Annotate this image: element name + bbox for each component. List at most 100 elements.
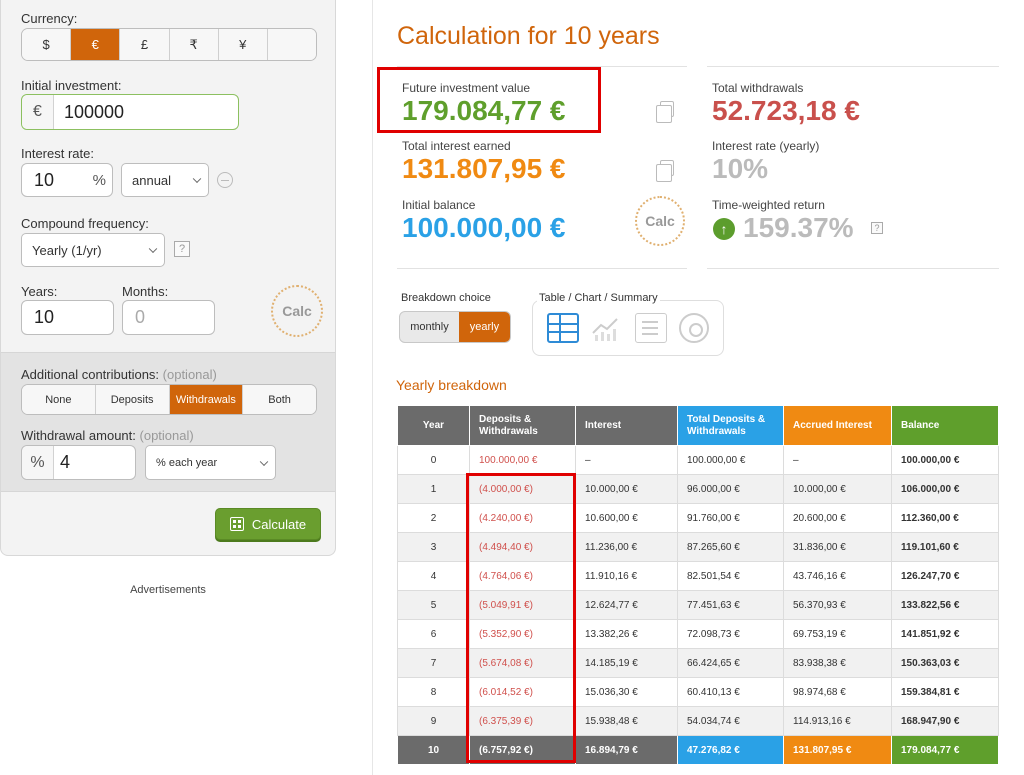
cell-year: 6 <box>397 619 470 649</box>
compound-frequency-select[interactable]: Yearly (1/yr) <box>21 233 165 267</box>
currency-eur-button[interactable]: € <box>71 29 121 60</box>
cell-balance: 100.000,00 € <box>891 445 999 475</box>
cell-accrued-interest: 114.913,16 € <box>783 706 892 736</box>
calc-site-logo: Calc <box>271 285 323 337</box>
calculate-label: Calculate <box>251 516 307 532</box>
withdrawal-amount-input[interactable]: % 4 <box>21 445 136 480</box>
remove-rate-icon[interactable] <box>217 172 233 188</box>
cell-year: 5 <box>397 590 470 620</box>
yearly-option[interactable]: yearly <box>458 312 510 342</box>
table-header-row: Year Deposits & Withdrawals Interest Tot… <box>397 405 999 446</box>
results-title: Calculation for 10 years <box>397 22 660 50</box>
interest-rate-input[interactable]: 10 % <box>21 163 113 197</box>
copy-icon[interactable] <box>656 160 674 182</box>
initial-balance-value: 100.000,00 € <box>402 212 566 243</box>
cell-total-deposits-withdrawals: 47.276,82 € <box>677 735 784 765</box>
cell-year: 3 <box>397 532 470 562</box>
copy-icon[interactable] <box>656 101 674 123</box>
months-placeholder: 0 <box>135 307 146 327</box>
calculator-icon <box>229 517 244 531</box>
cell-interest: 15.938,48 € <box>575 706 678 736</box>
contrib-both-button[interactable]: Both <box>243 385 316 414</box>
contrib-deposits-button[interactable]: Deposits <box>95 385 170 414</box>
currency-jpy-button[interactable]: ¥ <box>218 29 268 60</box>
cell-interest: 16.894,79 € <box>575 735 678 765</box>
contribution-type-selector: None Deposits Withdrawals Both <box>21 384 317 415</box>
header-balance: Balance <box>891 405 999 446</box>
cell-year: 4 <box>397 561 470 591</box>
cell-balance: 168.947,90 € <box>891 706 999 736</box>
calculate-button[interactable]: Calculate <box>215 508 321 540</box>
cell-balance: 133.822,56 € <box>891 590 999 620</box>
initial-investment-input[interactable]: € 100000 <box>21 94 239 130</box>
contrib-none-button[interactable]: None <box>22 385 96 414</box>
currency-selector: $ € £ ₹ ¥ <box>21 28 317 61</box>
interest-rate-yearly-value: 10% <box>712 153 769 184</box>
list-view-icon[interactable] <box>635 313 667 343</box>
chart-view-icon[interactable] <box>591 313 623 343</box>
help-icon[interactable]: ? <box>174 241 190 257</box>
total-interest-value: 131.807,95 € <box>402 153 566 184</box>
cell-accrued-interest: 56.370,93 € <box>783 590 892 620</box>
withdrawal-period-value: % each year <box>156 456 218 469</box>
cell-total-deposits-withdrawals: 91.760,00 € <box>677 503 784 533</box>
header-total-deposits-withdrawals: Total Deposits & Withdrawals <box>677 405 784 446</box>
currency-usd-button[interactable]: $ <box>22 29 72 60</box>
cell-accrued-interest: 98.974,68 € <box>783 677 892 707</box>
cell-year: 2 <box>397 503 470 533</box>
view-selector <box>532 300 724 356</box>
total-withdrawals-value: 52.723,18 € <box>712 95 860 126</box>
cell-accrued-interest: 69.753,19 € <box>783 619 892 649</box>
withdrawal-amount-value: 4 <box>60 452 71 472</box>
cell-balance: 141.851,92 € <box>891 619 999 649</box>
chevron-down-icon <box>192 174 202 184</box>
advertisements-label: Advertisements <box>130 584 206 596</box>
cell-balance: 150.363,03 € <box>891 648 999 678</box>
header-accrued-interest: Accrued Interest <box>783 405 892 446</box>
summary-view-icon[interactable] <box>679 313 709 343</box>
breakdown-choice-label: Breakdown choice <box>401 292 491 304</box>
cell-interest: 13.382,26 € <box>575 619 678 649</box>
breakdown-toggle: monthly yearly <box>399 311 511 343</box>
cell-total-deposits-withdrawals: 54.034,74 € <box>677 706 784 736</box>
rate-period-select[interactable]: annual <box>121 163 209 197</box>
cell-year: 1 <box>397 474 470 504</box>
time-weighted-return-label: Time-weighted return <box>712 198 825 212</box>
header-interest: Interest <box>575 405 678 446</box>
months-label: Months: <box>122 284 169 299</box>
cell-interest: 14.185,19 € <box>575 648 678 678</box>
months-input[interactable]: 0 <box>122 300 215 335</box>
cell-total-deposits-withdrawals: 60.410,13 € <box>677 677 784 707</box>
cell-accrued-interest: 131.807,95 € <box>783 735 892 765</box>
divider <box>397 268 687 269</box>
years-value: 10 <box>34 307 55 327</box>
rate-period-value: annual <box>132 172 172 188</box>
cell-accrued-interest: 43.746,16 € <box>783 561 892 591</box>
cell-total-deposits-withdrawals: 96.000,00 € <box>677 474 784 504</box>
cell-total-deposits-withdrawals: 100.000,00 € <box>677 445 784 475</box>
yearly-breakdown-title: Yearly breakdown <box>396 377 507 393</box>
cell-total-deposits-withdrawals: 87.265,60 € <box>677 532 784 562</box>
withdrawal-amount-label: Withdrawal amount: (optional) <box>21 428 194 443</box>
cell-interest: 11.236,00 € <box>575 532 678 562</box>
divider <box>707 66 999 67</box>
chevron-down-icon <box>259 457 269 466</box>
currency-other-button[interactable] <box>267 29 316 60</box>
years-label: Years: <box>21 284 58 299</box>
currency-inr-button[interactable]: ₹ <box>169 29 219 60</box>
help-icon[interactable]: ? <box>871 222 883 234</box>
cell-year: 7 <box>397 648 470 678</box>
cell-balance: 159.384,81 € <box>891 677 999 707</box>
cell-balance: 179.084,77 € <box>891 735 999 765</box>
cell-balance: 106.000,00 € <box>891 474 999 504</box>
withdrawal-period-select[interactable]: % each year <box>145 445 276 480</box>
cell-year: 0 <box>397 445 470 475</box>
currency-gbp-button[interactable]: £ <box>120 29 170 60</box>
contrib-withdrawals-button[interactable]: Withdrawals <box>169 385 244 414</box>
currency-label: Currency: <box>21 11 78 26</box>
table-view-icon[interactable] <box>547 313 579 343</box>
cell-interest: 10.000,00 € <box>575 474 678 504</box>
monthly-option[interactable]: monthly <box>400 312 459 342</box>
cell-balance: 126.247,70 € <box>891 561 999 591</box>
years-input[interactable]: 10 <box>21 300 114 335</box>
